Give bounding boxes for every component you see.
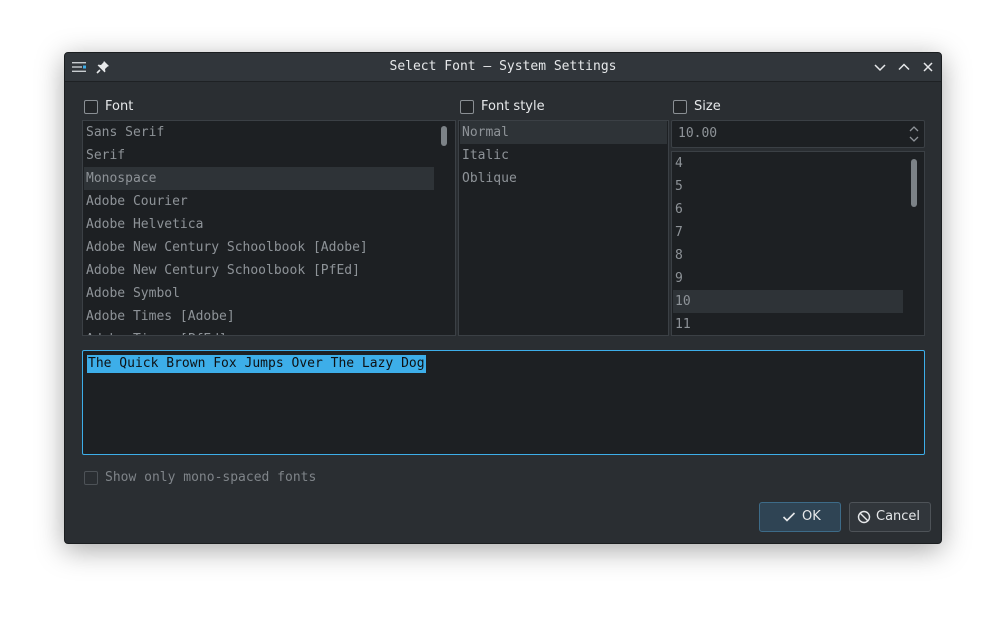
- font-family-list[interactable]: Sans Serif Serif Monospace Adobe Courier…: [82, 120, 456, 336]
- minimize-icon[interactable]: [872, 59, 888, 75]
- list-item[interactable]: 11: [675, 313, 691, 335]
- list-item[interactable]: Adobe New Century Schoolbook [Adobe]: [86, 236, 368, 259]
- cancel-label: Cancel: [876, 509, 921, 524]
- spin-up-icon[interactable]: [908, 124, 920, 133]
- window-title: Select Font — System Settings: [389, 59, 617, 74]
- list-item[interactable]: Adobe Times [PfEd]: [86, 328, 227, 335]
- font-style-checkbox[interactable]: [460, 100, 474, 114]
- list-item[interactable]: Adobe Times [Adobe]: [86, 305, 235, 328]
- spin-down-icon[interactable]: [908, 135, 920, 144]
- font-style-list[interactable]: Normal Italic Oblique: [458, 120, 669, 336]
- ok-label: OK: [802, 509, 821, 524]
- preview-text-area[interactable]: The Quick Brown Fox Jumps Over The Lazy …: [82, 350, 925, 455]
- size-value: 10.00: [678, 126, 718, 141]
- list-item[interactable]: 4: [675, 152, 683, 175]
- list-item[interactable]: 10: [675, 290, 691, 313]
- list-item[interactable]: Adobe Courier: [86, 190, 188, 213]
- cancel-icon: [857, 510, 871, 524]
- selected-row-highlight: [673, 290, 903, 313]
- list-item[interactable]: Adobe Helvetica: [86, 213, 203, 236]
- list-item[interactable]: Sans Serif: [86, 121, 164, 144]
- font-style-label: Font style: [481, 99, 545, 114]
- list-item[interactable]: Adobe New Century Schoolbook [PfEd]: [86, 259, 360, 282]
- list-item[interactable]: Serif: [86, 144, 125, 167]
- preview-text[interactable]: The Quick Brown Fox Jumps Over The Lazy …: [87, 355, 426, 373]
- font-checkbox[interactable]: [84, 100, 98, 114]
- size-checkbox[interactable]: [673, 100, 687, 114]
- list-item[interactable]: Normal: [462, 121, 509, 144]
- checkmark-icon: [782, 512, 796, 522]
- font-label: Font: [105, 99, 134, 114]
- list-item[interactable]: Monospace: [86, 167, 156, 190]
- mono-only-label: Show only mono-spaced fonts: [105, 470, 317, 485]
- size-list-scrollbar[interactable]: [911, 159, 917, 207]
- size-list[interactable]: 4 5 6 7 8 9 10 11: [671, 151, 925, 336]
- ok-button[interactable]: OK: [759, 502, 841, 532]
- select-font-dialog: Select Font — System Settings Font Font …: [64, 52, 942, 544]
- list-item[interactable]: Italic: [462, 144, 509, 167]
- font-list-scrollbar[interactable]: [441, 126, 447, 146]
- list-item[interactable]: Adobe Symbol: [86, 282, 180, 305]
- size-spinbox[interactable]: 10.00: [671, 120, 925, 148]
- mono-only-checkbox[interactable]: [84, 471, 98, 485]
- list-item[interactable]: Oblique: [462, 167, 517, 190]
- title-bar[interactable]: Select Font — System Settings: [65, 53, 941, 82]
- list-item[interactable]: 9: [675, 267, 683, 290]
- list-item[interactable]: 8: [675, 244, 683, 267]
- list-item[interactable]: 7: [675, 221, 683, 244]
- list-item[interactable]: 5: [675, 175, 683, 198]
- cancel-button[interactable]: Cancel: [849, 502, 931, 532]
- maximize-icon[interactable]: [896, 59, 912, 75]
- size-label: Size: [694, 99, 721, 114]
- close-icon[interactable]: [920, 59, 936, 75]
- list-item[interactable]: 6: [675, 198, 683, 221]
